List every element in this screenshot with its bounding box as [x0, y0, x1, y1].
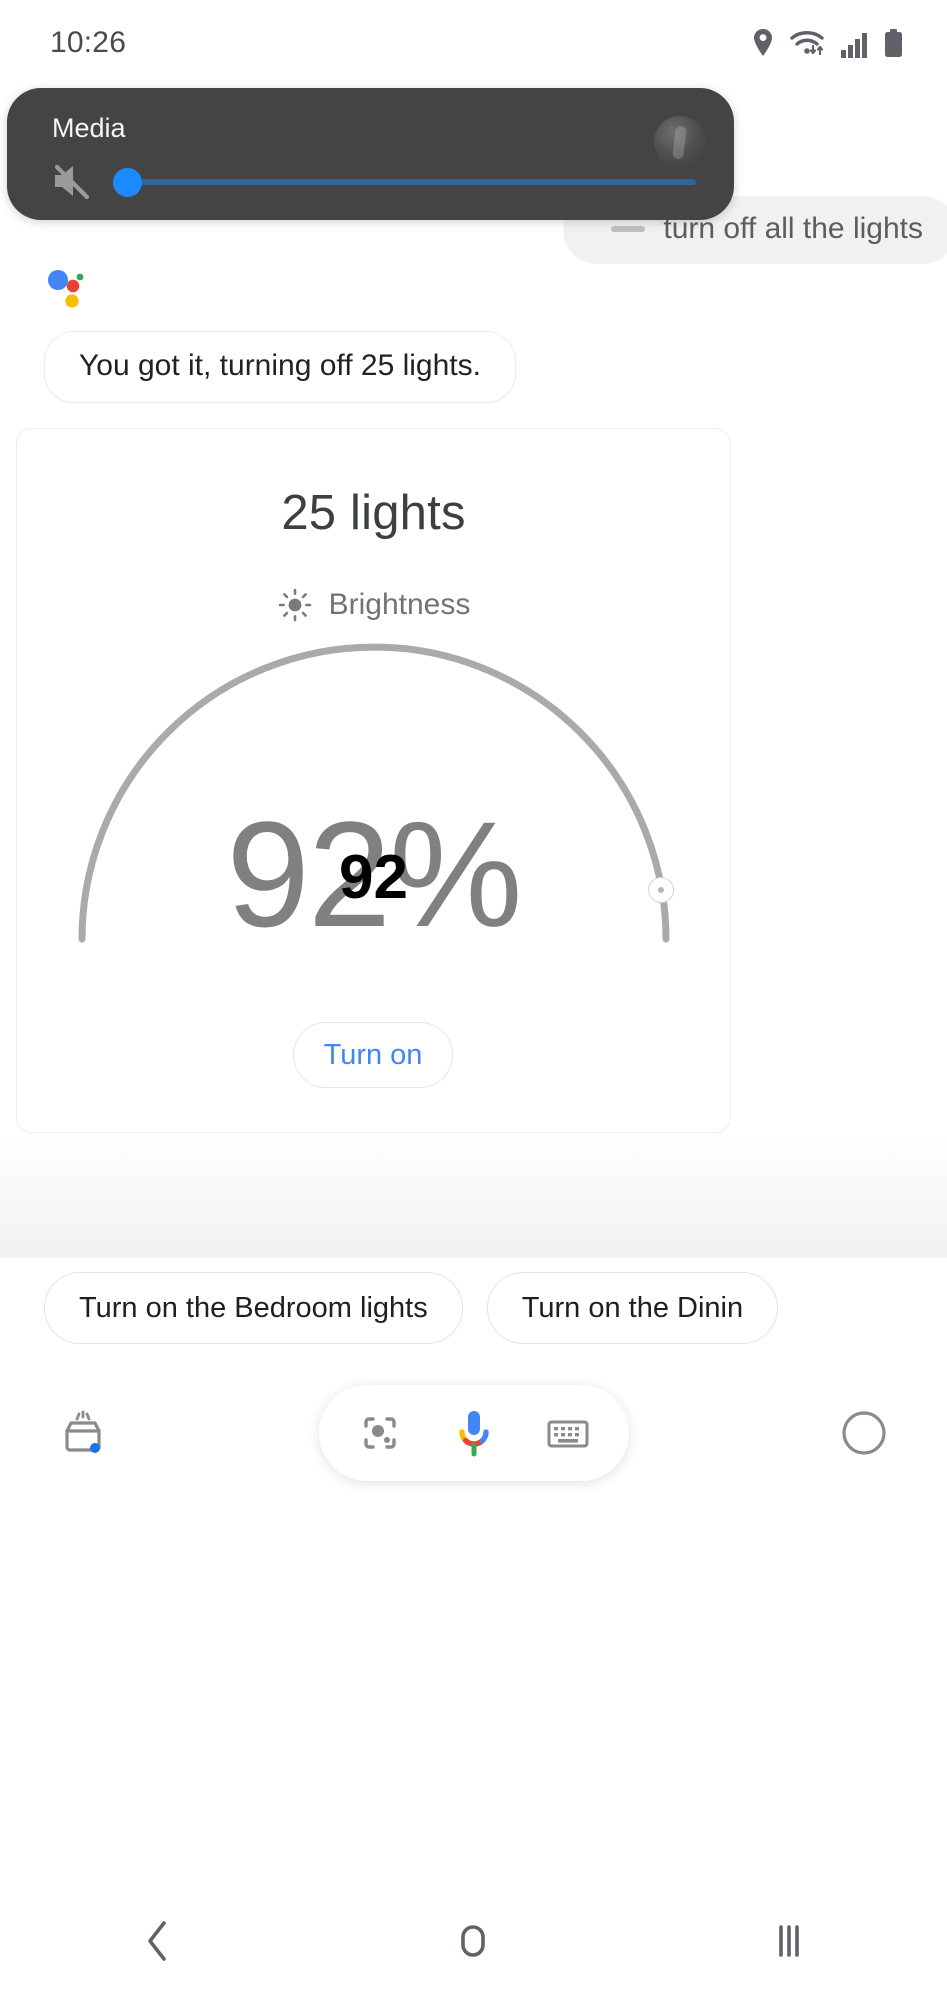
- home-circle-icon[interactable]: [418, 1906, 528, 1976]
- brightness-percent-overlay: 92: [339, 843, 408, 912]
- assistant-input-pill: [318, 1385, 629, 1481]
- content-gradient-divider: [0, 1133, 947, 1258]
- brightness-label-row: Brightness: [17, 587, 730, 623]
- media-slider-row[interactable]: [49, 158, 696, 204]
- status-icons: [751, 28, 903, 58]
- recents-bars-icon[interactable]: [734, 1906, 844, 1976]
- volume-mute-icon[interactable]: [49, 161, 93, 201]
- assistant-reply-text: You got it, turning off 25 lights.: [79, 349, 481, 382]
- google-mic-icon[interactable]: [441, 1400, 507, 1466]
- brightness-label: Brightness: [328, 588, 471, 621]
- status-clock: 10:26: [50, 26, 127, 59]
- media-volume-slider[interactable]: [113, 161, 696, 201]
- status-bar: 10:26: [0, 0, 947, 86]
- brightness-sun-icon: [277, 587, 313, 623]
- slider-thumb[interactable]: [113, 168, 142, 197]
- media-panel-title: Media: [52, 113, 126, 143]
- bubble-dash-icon: [611, 226, 646, 232]
- turn-on-button[interactable]: Turn on: [293, 1022, 453, 1088]
- explore-compass-icon[interactable]: [833, 1402, 895, 1464]
- assistant-action-bar: [0, 1378, 947, 1488]
- media-volume-panel[interactable]: Media: [7, 88, 734, 220]
- google-assistant-logo: [44, 265, 92, 313]
- suggestion-chip[interactable]: Turn on the Bedroom lights: [44, 1272, 463, 1344]
- suggestion-chips: Turn on the Bedroom lights Turn on the D…: [0, 1272, 947, 1344]
- card-title: 25 lights: [281, 486, 466, 540]
- assistant-reply-bubble: You got it, turning off 25 lights.: [44, 331, 516, 403]
- phone-screen: 10:26 turn off all the lights Media You …: [0, 0, 947, 2000]
- battery-icon: [884, 29, 903, 58]
- brightness-card: 25 lights Brightness 92% 92 Turn on: [16, 428, 731, 1133]
- signal-bars-icon: [841, 32, 871, 58]
- assistant-snapshot-icon[interactable]: [52, 1402, 114, 1464]
- slider-track: [113, 179, 696, 185]
- wifi-icon: [788, 28, 828, 58]
- system-nav-bar: [0, 1882, 947, 2000]
- back-chevron-icon[interactable]: [103, 1906, 213, 1976]
- suggestion-chip[interactable]: Turn on the Dinin: [486, 1272, 779, 1344]
- google-lens-icon[interactable]: [347, 1400, 413, 1466]
- location-pin-icon: [751, 28, 775, 58]
- keyboard-icon[interactable]: [535, 1400, 601, 1466]
